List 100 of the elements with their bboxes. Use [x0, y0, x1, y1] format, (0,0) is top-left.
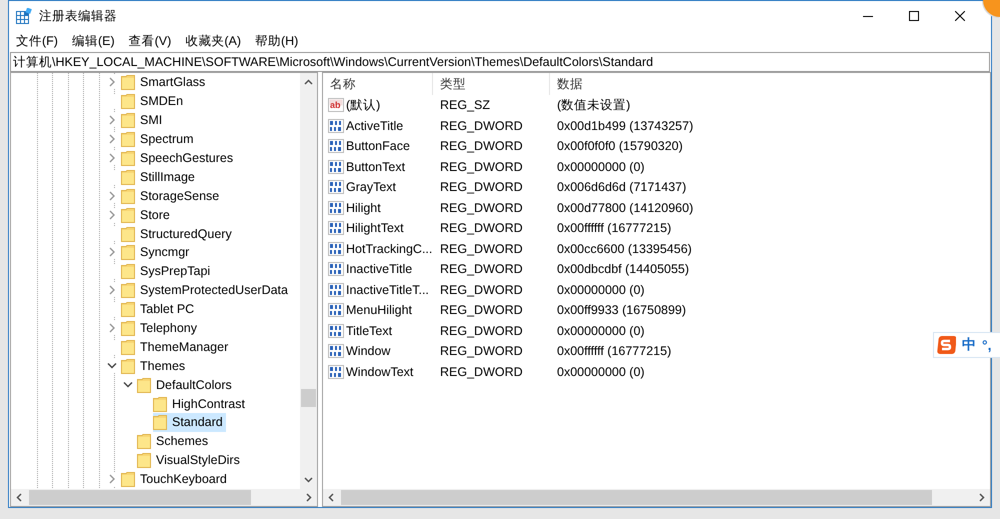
chevron-right-icon[interactable] [107, 115, 117, 126]
tree-item[interactable]: SysPrepTapi [121, 262, 214, 281]
binary-value-icon [328, 180, 344, 194]
tree-item[interactable]: SMI [121, 110, 166, 130]
scroll-up-icon[interactable] [304, 79, 313, 85]
tree-item[interactable]: StillImage [121, 168, 198, 186]
menu-item[interactable]: 收藏夹(A) [178, 32, 248, 50]
table-cell-text: REG_DWORD [439, 364, 524, 381]
tree-item[interactable]: Tablet PC [121, 300, 198, 318]
tree-item[interactable]: TouchKeyboard [121, 470, 230, 488]
ime-logo-icon[interactable] [936, 335, 956, 355]
chevron-right-icon[interactable] [107, 323, 117, 334]
menu-item[interactable]: 帮助(H) [248, 32, 306, 50]
folder-icon [121, 226, 135, 242]
folder-icon [121, 168, 135, 185]
column-header[interactable]: 类型 [433, 73, 550, 95]
folder-icon [137, 433, 151, 450]
tree-item[interactable]: Store [121, 205, 173, 224]
folder-icon [121, 150, 135, 166]
chevron-right-icon[interactable] [107, 247, 117, 258]
table-cell-text: REG_DWORD [439, 158, 524, 176]
table-cell-text: REG_DWORD [439, 240, 524, 258]
tree-item[interactable]: Telephony [121, 318, 200, 338]
table-cell-text: REG_DWORD [439, 118, 524, 135]
scroll-right-icon[interactable] [979, 493, 985, 502]
table-cell-text: REG_DWORD [439, 138, 524, 156]
table-cell[interactable]: WindowText [323, 362, 433, 382]
table-cell[interactable]: HotTrackingC... [323, 238, 433, 259]
table-cell[interactable]: Hilight [323, 198, 433, 218]
binary-value-icon [328, 160, 344, 174]
binary-value-icon [328, 242, 344, 256]
table-cell-text: 0x00dbcdbf (14405055) [556, 261, 690, 278]
table-cell-text: REG_DWORD [439, 261, 524, 278]
vertical-scrollbar[interactable] [300, 73, 317, 489]
folder-icon [121, 244, 135, 260]
table-cell-text: REG_DWORD [439, 179, 524, 196]
binary-value-icon [328, 221, 344, 236]
chevron-right-icon[interactable] [107, 285, 117, 296]
address-bar[interactable]: 计算机\HKEY_LOCAL_MACHINE\SOFTWARE\Microsoft\Windows\CurrentVersion\Themes\DefaultColors\Standard [10, 52, 990, 72]
horizontal-scrollbar[interactable] [323, 489, 990, 506]
folder-icon [153, 396, 167, 412]
table-cell[interactable]: MenuHilight [323, 300, 433, 320]
tree-item[interactable]: VisualStyleDirs [137, 451, 243, 470]
tree-item[interactable]: HighContrast [153, 394, 248, 413]
menu-item[interactable]: 编辑(E) [64, 32, 122, 50]
scrollbar-thumb[interactable] [341, 490, 932, 505]
table-cell[interactable]: InactiveTitleT... [323, 280, 433, 300]
menu-item[interactable]: 查看(V) [122, 32, 178, 50]
scrollbar-thumb[interactable] [301, 389, 316, 407]
tree-item[interactable]: ThemeManager [121, 338, 232, 356]
folder-icon [121, 338, 135, 355]
chevron-right-icon[interactable] [107, 153, 117, 163]
table-cell-text: 0x00000000 (0) [556, 282, 645, 299]
chevron-right-icon[interactable] [107, 210, 117, 220]
table-cell[interactable]: HilightText [323, 218, 433, 238]
menu-item[interactable]: 文件(F) [9, 32, 65, 50]
table-cell-text: (数值未设置) [556, 96, 630, 114]
table-cell-text: 0x00000000 (0) [556, 364, 645, 381]
table-cell[interactable]: TitleText [323, 320, 433, 341]
tree-item[interactable]: DefaultColors [137, 375, 235, 394]
registry-editor-icon [16, 8, 32, 24]
table-cell[interactable]: GrayText [323, 177, 433, 198]
column-header[interactable]: 数据 [550, 73, 990, 95]
table-cell[interactable]: ab (默认) [323, 95, 433, 116]
scroll-left-icon[interactable] [16, 493, 22, 502]
tree-item[interactable]: Standard [153, 413, 226, 432]
chevron-right-icon[interactable] [107, 190, 117, 201]
folder-icon [137, 452, 151, 468]
tree-item[interactable]: StorageSense [121, 186, 222, 206]
table-cell-text: 0x00ff9933 (16750899) [556, 302, 686, 320]
table-cell[interactable]: ButtonFace [323, 136, 433, 156]
input-mode-toggle[interactable]: 中 [962, 336, 976, 354]
scroll-right-icon[interactable] [306, 493, 312, 502]
table-cell[interactable]: ActiveTitle [323, 116, 433, 136]
tree-item[interactable]: SmartGlass [121, 73, 208, 92]
table-cell[interactable]: InactiveTitle [323, 259, 433, 280]
scroll-left-icon[interactable] [328, 493, 334, 502]
column-header[interactable]: 名称 [323, 73, 433, 95]
horizontal-scrollbar[interactable] [11, 489, 317, 506]
folder-icon [121, 206, 135, 223]
tree-item[interactable]: Syncmgr [121, 243, 192, 262]
table-cell[interactable]: Window [323, 341, 433, 362]
folder-icon [121, 74, 135, 90]
chevron-right-icon[interactable] [107, 474, 117, 484]
tree-item[interactable]: SpeechGestures [121, 148, 236, 168]
scrollbar-thumb[interactable] [29, 490, 251, 505]
folder-icon [137, 376, 151, 393]
tree-item[interactable]: Themes [121, 356, 188, 376]
punctuation-toggle[interactable]: °, [982, 337, 992, 353]
tree-item[interactable]: Spectrum [121, 130, 196, 148]
table-cell-text: REG_DWORD [439, 322, 524, 340]
tree-item[interactable]: StructuredQuery [121, 224, 235, 243]
chevron-right-icon[interactable] [107, 134, 117, 144]
scroll-down-icon[interactable] [304, 477, 313, 483]
tree-item[interactable]: Schemes [137, 432, 212, 451]
tree-item[interactable]: SystemProtectedUserData [121, 280, 291, 300]
chevron-right-icon[interactable] [107, 77, 117, 88]
tree-item[interactable]: SMDEn [121, 92, 186, 111]
table-cell[interactable]: ButtonText [323, 156, 433, 177]
folder-icon [121, 320, 135, 336]
